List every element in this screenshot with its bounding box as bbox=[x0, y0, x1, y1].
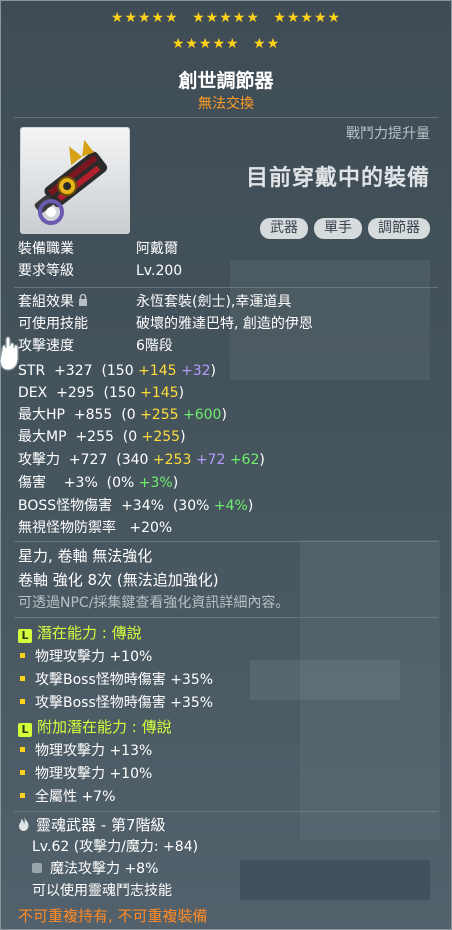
bullet-icon bbox=[20, 699, 25, 704]
stat-ignore-defense: 無視怪物防禦率 +20% bbox=[18, 520, 173, 536]
trade-status: 無法交換 bbox=[198, 96, 254, 112]
divider bbox=[14, 617, 438, 618]
stat-label: 無視怪物防禦率 bbox=[18, 520, 116, 536]
skill-label: 可使用技能 bbox=[18, 316, 88, 332]
stat-label: 攻擊力 bbox=[18, 452, 60, 468]
set-row: 套組效果 永恆套裝(劍士),幸運道具 bbox=[18, 293, 291, 311]
star-force-row-1: ★★★★★ ★★★★★ ★★★★★ bbox=[0, 10, 452, 26]
speed-row: 攻擊速度 6階段 bbox=[18, 337, 173, 355]
level-label: 要求等級 bbox=[18, 263, 74, 279]
stat-label: 最大MP bbox=[18, 429, 67, 445]
footer-note: 不可重複持有, 不可重複裝備 bbox=[18, 907, 208, 925]
tag-one-handed: 單手 bbox=[314, 218, 362, 239]
stat-label: 最大HP bbox=[18, 407, 65, 423]
soul-gem-icon bbox=[32, 863, 42, 873]
bullet-icon bbox=[20, 747, 25, 752]
star-group: ★★★★★ bbox=[110, 10, 179, 26]
legendary-badge-icon: L bbox=[18, 723, 32, 737]
additional-potential-line: 全屬性 +7% bbox=[18, 788, 115, 806]
additional-potential-header: L 附加潛在能力 : 傳說 bbox=[18, 718, 172, 737]
potential-header: L 潛在能力 : 傳說 bbox=[18, 624, 142, 643]
speed-label: 攻擊速度 bbox=[18, 338, 74, 354]
tag-controller: 調節器 bbox=[368, 218, 430, 239]
set-value: 永恆套裝(劍士),幸運道具 bbox=[136, 294, 292, 310]
potential-line: 攻擊Boss怪物時傷害 +35% bbox=[18, 694, 213, 712]
stat-dex: DEX +295 (150 +145) bbox=[18, 385, 185, 401]
divider bbox=[14, 117, 438, 118]
item-icon bbox=[20, 127, 130, 234]
combat-power-gain-label: 戰鬥力提升量 bbox=[346, 126, 430, 142]
stat-label: BOSS怪物傷害 bbox=[18, 498, 113, 514]
soul-flame-icon bbox=[19, 817, 29, 831]
skill-row: 可使用技能 破壞的雅達巴特, 創造的伊恩 bbox=[18, 315, 313, 333]
stat-hp: 最大HP +855 (0 +255 +600) bbox=[18, 407, 227, 423]
star-group: ★★★★★ bbox=[171, 36, 240, 52]
enhance-line-1: 星力, 卷軸 無法強化 bbox=[18, 547, 153, 565]
legendary-badge-icon: L bbox=[18, 629, 32, 643]
divider bbox=[14, 811, 438, 812]
level-value: Lv.200 bbox=[136, 263, 183, 279]
potential-line: 物理攻擊力 +10% bbox=[18, 648, 152, 666]
skill-value: 破壞的雅達巴特, 創造的伊恩 bbox=[136, 316, 313, 332]
category-tags: 武器 單手 調節器 bbox=[260, 218, 430, 239]
divider bbox=[14, 287, 438, 288]
potential-line: 攻擊Boss怪物時傷害 +35% bbox=[18, 671, 213, 689]
speed-value: 6階段 bbox=[136, 338, 173, 354]
additional-potential-line: 物理攻擊力 +13% bbox=[18, 742, 152, 760]
stat-damage: 傷害 +3% (0% +3%) bbox=[18, 475, 179, 491]
star-group: ★★ bbox=[253, 36, 281, 52]
soul-option: 魔法攻擊力 +8% bbox=[32, 860, 158, 878]
bullet-icon bbox=[20, 793, 25, 798]
bullet-icon bbox=[20, 770, 25, 775]
level-row: 要求等級 Lv.200 bbox=[18, 262, 182, 280]
tag-weapon: 武器 bbox=[260, 218, 308, 239]
stat-attack: 攻擊力 +727 (340 +253 +72 +62) bbox=[18, 452, 265, 468]
divider bbox=[14, 541, 438, 542]
job-value: 阿戴爾 bbox=[136, 241, 178, 257]
soul-skill: 可以使用靈魂鬥志技能 bbox=[32, 883, 172, 899]
bullet-icon bbox=[20, 676, 25, 681]
stat-str: STR +327 (150 +145 +32) bbox=[18, 363, 216, 379]
soul-weapon-header: 靈魂武器 - 第7階級 bbox=[18, 816, 166, 834]
bullet-icon bbox=[20, 653, 25, 658]
star-group: ★★★★★ bbox=[273, 10, 342, 26]
additional-potential-line: 物理攻擊力 +10% bbox=[18, 765, 152, 783]
lock-icon bbox=[79, 293, 88, 306]
star-group: ★★★★★ bbox=[192, 10, 260, 26]
stat-boss-damage: BOSS怪物傷害 +34% (30% +4%) bbox=[18, 498, 254, 514]
glove-cursor-icon bbox=[0, 336, 19, 371]
enhance-line-2: 卷軸 強化 8次 (無法追加強化) bbox=[18, 571, 219, 589]
job-label: 裝備職業 bbox=[18, 241, 74, 257]
stat-label: DEX bbox=[18, 385, 48, 401]
item-name: 創世調節器 bbox=[178, 70, 274, 92]
enhance-info: 可透過NPC/採集鍵查看強化資訊詳細內容。 bbox=[18, 595, 290, 611]
stat-mp: 最大MP +255 (0 +255) bbox=[18, 429, 186, 445]
controller-weapon-icon bbox=[34, 139, 108, 225]
item-tooltip: ★★★★★ ★★★★★ ★★★★★ ★★★★★ ★★ 創世調節器 無法交換 戰鬥… bbox=[0, 0, 452, 930]
set-label: 套組效果 bbox=[18, 293, 136, 311]
job-row: 裝備職業 阿戴爾 bbox=[18, 240, 178, 258]
currently-equipped-label: 目前穿戴中的裝備 bbox=[245, 166, 430, 191]
stat-label: 傷害 bbox=[18, 475, 46, 491]
soul-level: Lv.62 (攻擊力/魔力: +84) bbox=[32, 839, 199, 855]
star-force-row-2: ★★★★★ ★★ bbox=[0, 36, 452, 52]
